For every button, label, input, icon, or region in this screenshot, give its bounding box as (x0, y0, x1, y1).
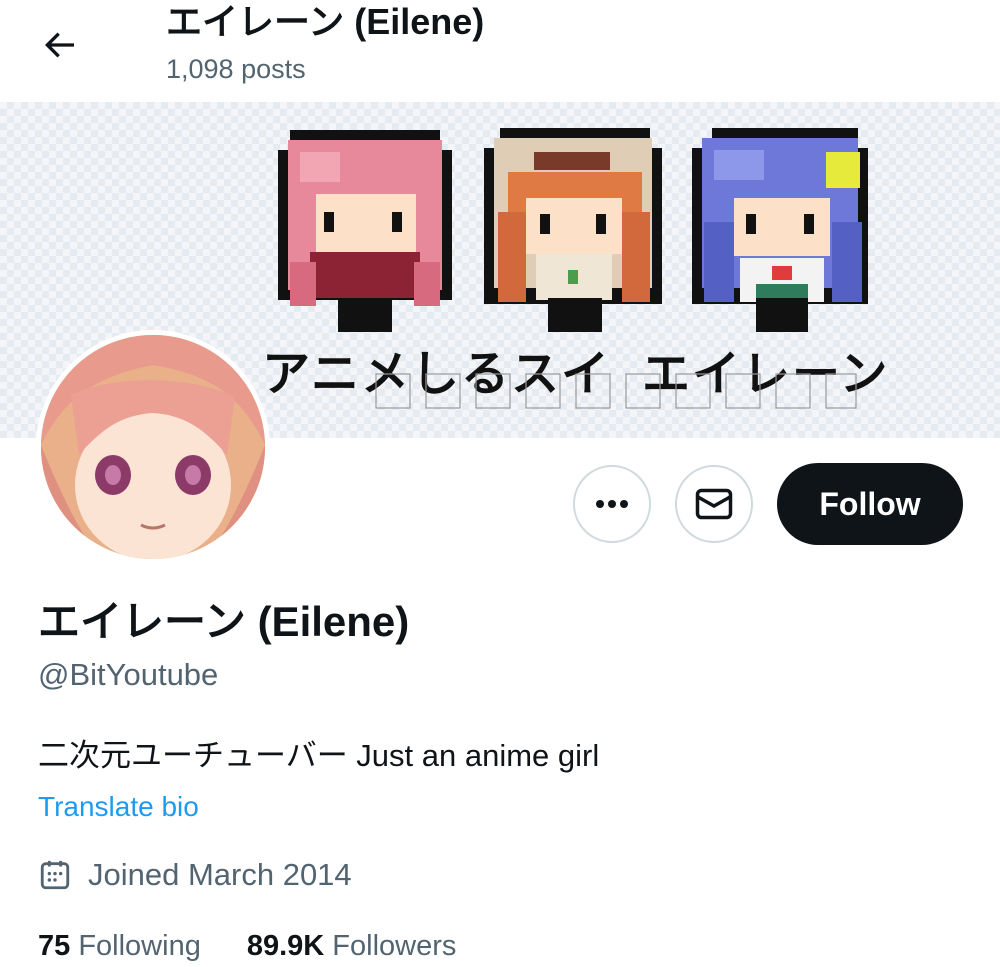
pixel-character-pink (278, 130, 452, 332)
followers-label: Followers (332, 930, 457, 962)
translate-bio-link[interactable]: Translate bio (38, 788, 199, 826)
avatar[interactable] (36, 330, 270, 564)
follow-button[interactable]: Follow (777, 463, 963, 545)
profile-display-name: エイレーン (Eilene) (38, 598, 410, 645)
more-dots-icon (596, 500, 628, 508)
pixel-character-orange (484, 128, 662, 332)
envelope-icon (695, 488, 733, 520)
following-label: Following (78, 930, 201, 962)
profile-bio: 二次元ユーチューバー Just an anime girl (38, 738, 600, 773)
following-count: 75 (38, 930, 71, 962)
more-options-button[interactable] (573, 465, 651, 543)
profile-stats: 75 Following 89.9K Followers (38, 926, 456, 966)
profile-handle: @BitYoutube (38, 657, 219, 692)
followers-count: 89.9K (246, 930, 325, 962)
header-title: エイレーン (Eilene) (166, 1, 485, 42)
pixel-character-blue (692, 128, 868, 332)
avatar-image (41, 335, 265, 559)
joined-date: Joined March 2014 (88, 857, 352, 892)
header-post-count: 1,098 posts (166, 54, 306, 84)
back-button[interactable] (28, 14, 90, 76)
joined-row: Joined March 2014 (38, 855, 352, 895)
following-link[interactable]: 75 Following (38, 926, 201, 966)
message-button[interactable] (675, 465, 753, 543)
top-bar: エイレーン (Eilene) 1,098 posts (0, 0, 1000, 100)
followers-link[interactable]: 89.9K Followers (247, 926, 457, 966)
calendar-icon (40, 860, 70, 890)
arrow-left-icon (45, 32, 74, 58)
